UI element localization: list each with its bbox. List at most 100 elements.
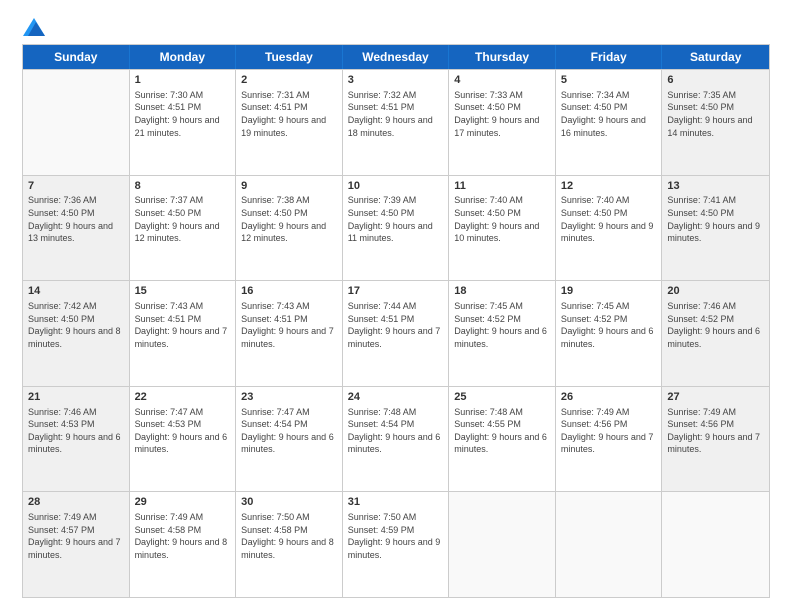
day-number: 22 — [135, 390, 231, 405]
cal-cell: 8Sunrise: 7:37 AM Sunset: 4:50 PM Daylig… — [130, 176, 237, 281]
day-number: 11 — [454, 179, 550, 194]
cal-cell: 19Sunrise: 7:45 AM Sunset: 4:52 PM Dayli… — [556, 281, 663, 386]
cal-row-3: 14Sunrise: 7:42 AM Sunset: 4:50 PM Dayli… — [23, 280, 769, 386]
day-number: 24 — [348, 390, 444, 405]
day-number: 14 — [28, 284, 124, 299]
cal-cell: 4Sunrise: 7:33 AM Sunset: 4:50 PM Daylig… — [449, 70, 556, 175]
day-number: 7 — [28, 179, 124, 194]
cal-cell: 12Sunrise: 7:40 AM Sunset: 4:50 PM Dayli… — [556, 176, 663, 281]
day-number: 5 — [561, 73, 657, 88]
cal-header-sunday: Sunday — [23, 45, 130, 69]
day-number: 17 — [348, 284, 444, 299]
day-number: 19 — [561, 284, 657, 299]
day-number: 28 — [28, 495, 124, 510]
cal-header-friday: Friday — [556, 45, 663, 69]
day-number: 31 — [348, 495, 444, 510]
cal-cell: 6Sunrise: 7:35 AM Sunset: 4:50 PM Daylig… — [662, 70, 769, 175]
day-number: 1 — [135, 73, 231, 88]
cell-info: Sunrise: 7:36 AM Sunset: 4:50 PM Dayligh… — [28, 194, 124, 244]
cal-cell: 5Sunrise: 7:34 AM Sunset: 4:50 PM Daylig… — [556, 70, 663, 175]
cal-cell: 10Sunrise: 7:39 AM Sunset: 4:50 PM Dayli… — [343, 176, 450, 281]
day-number: 26 — [561, 390, 657, 405]
cell-info: Sunrise: 7:45 AM Sunset: 4:52 PM Dayligh… — [561, 300, 657, 350]
cal-cell: 29Sunrise: 7:49 AM Sunset: 4:58 PM Dayli… — [130, 492, 237, 597]
calendar: SundayMondayTuesdayWednesdayThursdayFrid… — [22, 44, 770, 598]
cell-info: Sunrise: 7:48 AM Sunset: 4:54 PM Dayligh… — [348, 406, 444, 456]
cell-info: Sunrise: 7:45 AM Sunset: 4:52 PM Dayligh… — [454, 300, 550, 350]
cell-info: Sunrise: 7:49 AM Sunset: 4:56 PM Dayligh… — [667, 406, 764, 456]
day-number: 30 — [241, 495, 337, 510]
cell-info: Sunrise: 7:32 AM Sunset: 4:51 PM Dayligh… — [348, 89, 444, 139]
day-number: 9 — [241, 179, 337, 194]
day-number: 4 — [454, 73, 550, 88]
header — [22, 18, 770, 36]
cal-cell: 20Sunrise: 7:46 AM Sunset: 4:52 PM Dayli… — [662, 281, 769, 386]
cal-cell: 30Sunrise: 7:50 AM Sunset: 4:58 PM Dayli… — [236, 492, 343, 597]
cal-cell: 23Sunrise: 7:47 AM Sunset: 4:54 PM Dayli… — [236, 387, 343, 492]
cell-info: Sunrise: 7:40 AM Sunset: 4:50 PM Dayligh… — [454, 194, 550, 244]
day-number: 12 — [561, 179, 657, 194]
cell-info: Sunrise: 7:46 AM Sunset: 4:53 PM Dayligh… — [28, 406, 124, 456]
cal-cell: 22Sunrise: 7:47 AM Sunset: 4:53 PM Dayli… — [130, 387, 237, 492]
cal-cell: 11Sunrise: 7:40 AM Sunset: 4:50 PM Dayli… — [449, 176, 556, 281]
cal-cell: 28Sunrise: 7:49 AM Sunset: 4:57 PM Dayli… — [23, 492, 130, 597]
cell-info: Sunrise: 7:47 AM Sunset: 4:54 PM Dayligh… — [241, 406, 337, 456]
cal-cell: 3Sunrise: 7:32 AM Sunset: 4:51 PM Daylig… — [343, 70, 450, 175]
logo — [22, 18, 45, 36]
logo-icon — [23, 18, 45, 36]
cell-info: Sunrise: 7:43 AM Sunset: 4:51 PM Dayligh… — [135, 300, 231, 350]
cell-info: Sunrise: 7:43 AM Sunset: 4:51 PM Dayligh… — [241, 300, 337, 350]
day-number: 8 — [135, 179, 231, 194]
cal-cell — [449, 492, 556, 597]
cell-info: Sunrise: 7:42 AM Sunset: 4:50 PM Dayligh… — [28, 300, 124, 350]
day-number: 16 — [241, 284, 337, 299]
day-number: 20 — [667, 284, 764, 299]
cal-header-saturday: Saturday — [662, 45, 769, 69]
cal-cell — [23, 70, 130, 175]
cell-info: Sunrise: 7:38 AM Sunset: 4:50 PM Dayligh… — [241, 194, 337, 244]
cell-info: Sunrise: 7:44 AM Sunset: 4:51 PM Dayligh… — [348, 300, 444, 350]
cal-cell: 1Sunrise: 7:30 AM Sunset: 4:51 PM Daylig… — [130, 70, 237, 175]
day-number: 13 — [667, 179, 764, 194]
day-number: 10 — [348, 179, 444, 194]
cal-header-wednesday: Wednesday — [343, 45, 450, 69]
day-number: 29 — [135, 495, 231, 510]
cell-info: Sunrise: 7:49 AM Sunset: 4:57 PM Dayligh… — [28, 511, 124, 561]
cell-info: Sunrise: 7:49 AM Sunset: 4:58 PM Dayligh… — [135, 511, 231, 561]
cal-cell: 17Sunrise: 7:44 AM Sunset: 4:51 PM Dayli… — [343, 281, 450, 386]
cell-info: Sunrise: 7:41 AM Sunset: 4:50 PM Dayligh… — [667, 194, 764, 244]
cal-cell: 26Sunrise: 7:49 AM Sunset: 4:56 PM Dayli… — [556, 387, 663, 492]
cal-row-4: 21Sunrise: 7:46 AM Sunset: 4:53 PM Dayli… — [23, 386, 769, 492]
cal-cell: 31Sunrise: 7:50 AM Sunset: 4:59 PM Dayli… — [343, 492, 450, 597]
cal-row-1: 1Sunrise: 7:30 AM Sunset: 4:51 PM Daylig… — [23, 69, 769, 175]
cell-info: Sunrise: 7:47 AM Sunset: 4:53 PM Dayligh… — [135, 406, 231, 456]
cell-info: Sunrise: 7:50 AM Sunset: 4:59 PM Dayligh… — [348, 511, 444, 561]
cell-info: Sunrise: 7:46 AM Sunset: 4:52 PM Dayligh… — [667, 300, 764, 350]
cal-cell: 18Sunrise: 7:45 AM Sunset: 4:52 PM Dayli… — [449, 281, 556, 386]
cal-cell: 13Sunrise: 7:41 AM Sunset: 4:50 PM Dayli… — [662, 176, 769, 281]
calendar-header-row: SundayMondayTuesdayWednesdayThursdayFrid… — [23, 45, 769, 69]
cell-info: Sunrise: 7:31 AM Sunset: 4:51 PM Dayligh… — [241, 89, 337, 139]
cal-header-tuesday: Tuesday — [236, 45, 343, 69]
cal-row-5: 28Sunrise: 7:49 AM Sunset: 4:57 PM Dayli… — [23, 491, 769, 597]
day-number: 27 — [667, 390, 764, 405]
cal-cell: 21Sunrise: 7:46 AM Sunset: 4:53 PM Dayli… — [23, 387, 130, 492]
cal-cell: 25Sunrise: 7:48 AM Sunset: 4:55 PM Dayli… — [449, 387, 556, 492]
cell-info: Sunrise: 7:30 AM Sunset: 4:51 PM Dayligh… — [135, 89, 231, 139]
day-number: 6 — [667, 73, 764, 88]
cell-info: Sunrise: 7:39 AM Sunset: 4:50 PM Dayligh… — [348, 194, 444, 244]
cal-cell — [662, 492, 769, 597]
day-number: 21 — [28, 390, 124, 405]
cal-cell: 24Sunrise: 7:48 AM Sunset: 4:54 PM Dayli… — [343, 387, 450, 492]
cell-info: Sunrise: 7:37 AM Sunset: 4:50 PM Dayligh… — [135, 194, 231, 244]
cal-cell: 16Sunrise: 7:43 AM Sunset: 4:51 PM Dayli… — [236, 281, 343, 386]
cal-cell: 14Sunrise: 7:42 AM Sunset: 4:50 PM Dayli… — [23, 281, 130, 386]
day-number: 23 — [241, 390, 337, 405]
day-number: 2 — [241, 73, 337, 88]
cal-cell — [556, 492, 663, 597]
day-number: 25 — [454, 390, 550, 405]
cell-info: Sunrise: 7:50 AM Sunset: 4:58 PM Dayligh… — [241, 511, 337, 561]
cal-cell: 7Sunrise: 7:36 AM Sunset: 4:50 PM Daylig… — [23, 176, 130, 281]
cell-info: Sunrise: 7:35 AM Sunset: 4:50 PM Dayligh… — [667, 89, 764, 139]
cell-info: Sunrise: 7:33 AM Sunset: 4:50 PM Dayligh… — [454, 89, 550, 139]
